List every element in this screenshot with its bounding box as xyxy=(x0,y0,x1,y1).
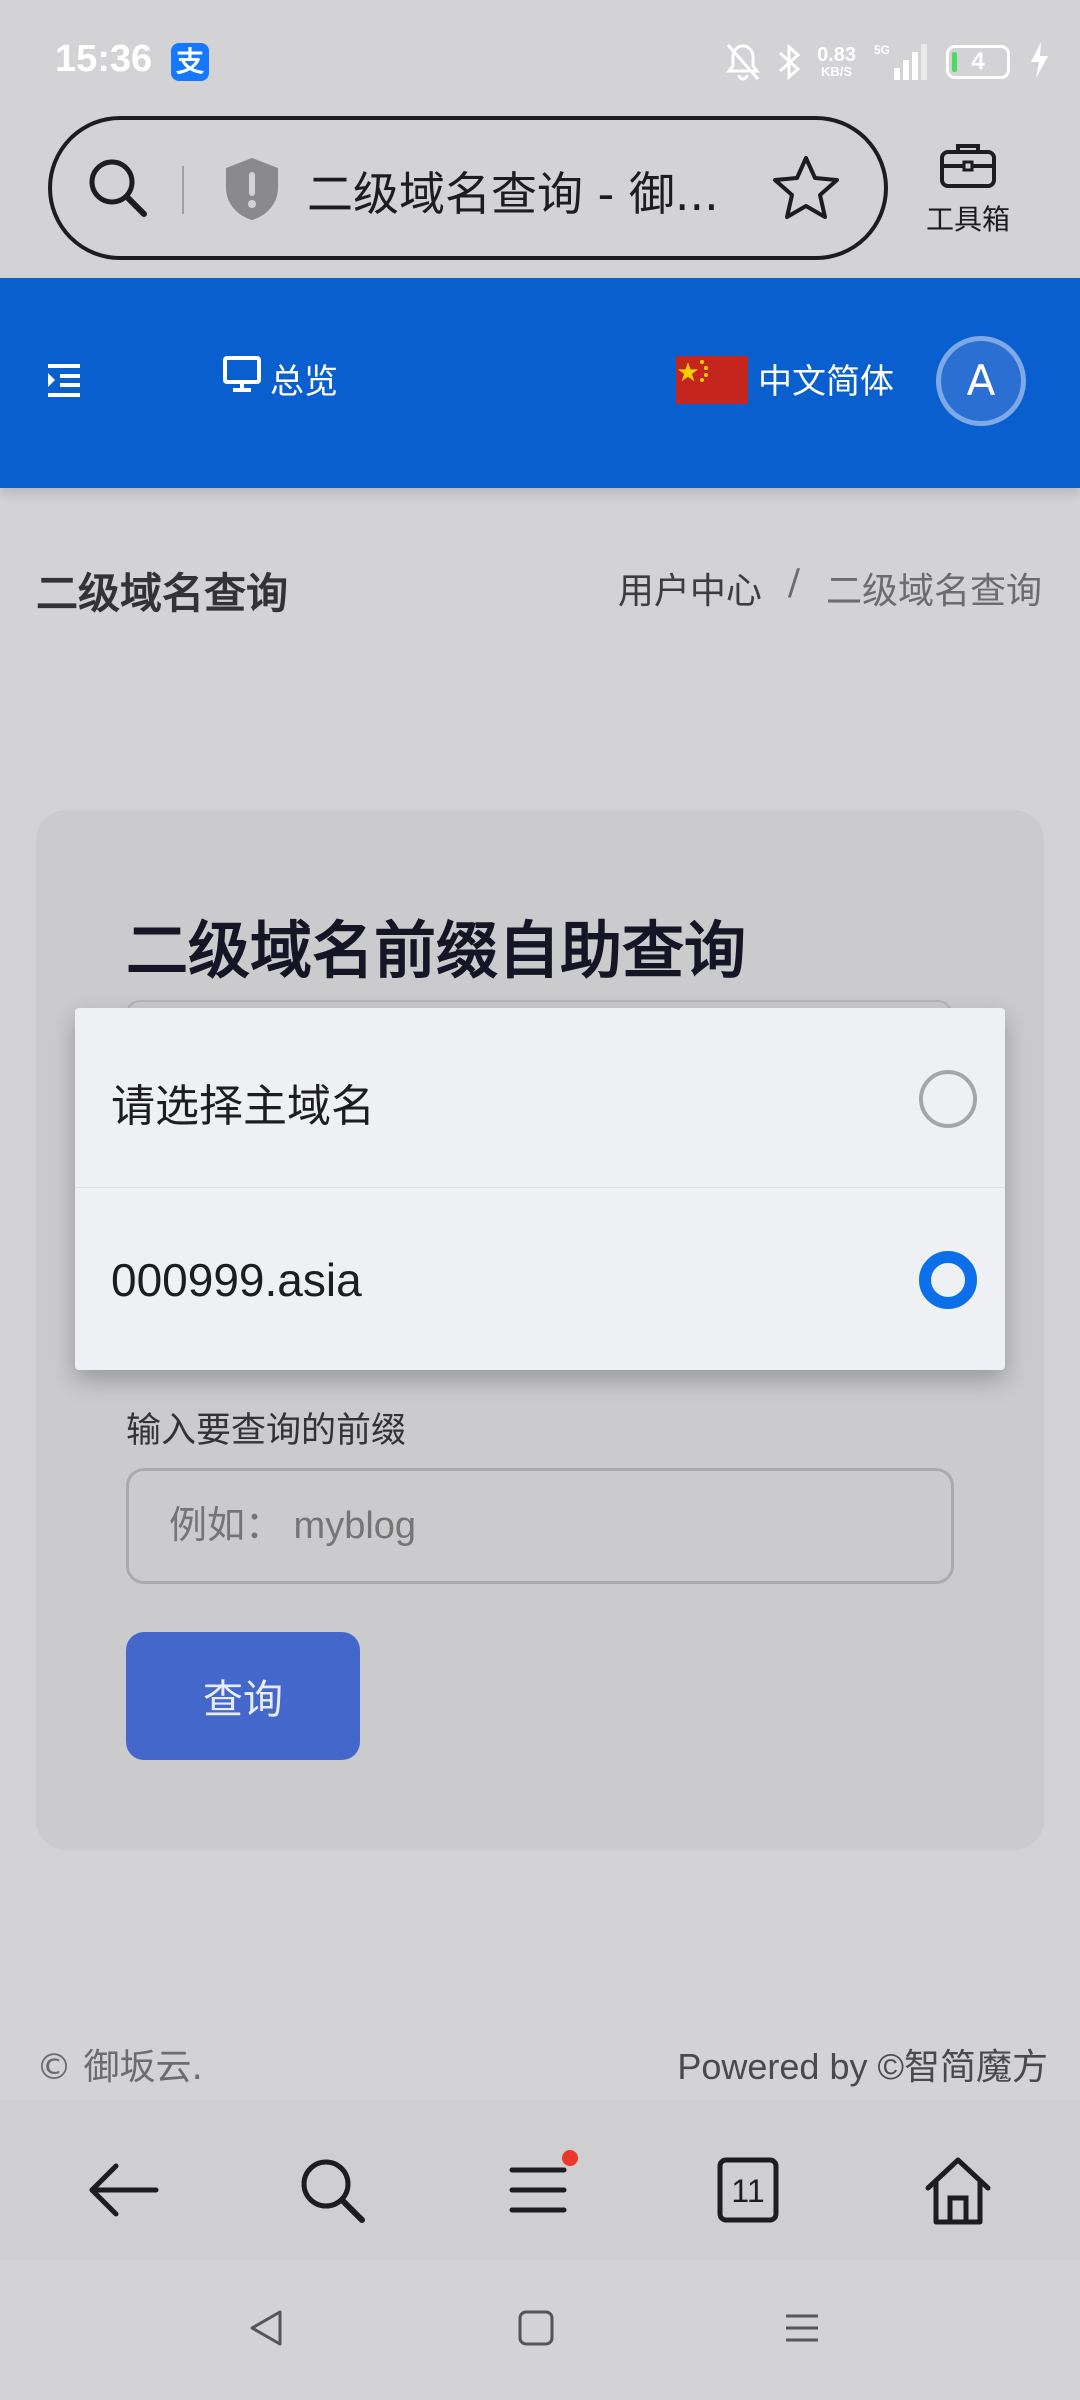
prefix-label: 输入要查询的前缀 xyxy=(126,1411,407,1451)
system-recents-icon[interactable] xyxy=(780,2306,824,2354)
status-bar: 15:36 支 0.83 KB/S 5G 4 xyxy=(0,0,1080,115)
domain-picker-popup: 请选择主域名 000999.asia xyxy=(75,1008,1005,1370)
nav-overview-label: 总览 xyxy=(270,362,338,402)
address-bar-divider xyxy=(182,166,184,214)
user-avatar[interactable]: A xyxy=(936,336,1026,426)
prefix-input[interactable] xyxy=(126,1468,954,1584)
page-title: 二级域名查询 xyxy=(36,569,289,618)
menu-toggle-icon[interactable] xyxy=(44,360,84,404)
breadcrumb-separator: / xyxy=(787,562,800,603)
breadcrumb-home[interactable]: 用户中心 xyxy=(618,562,762,614)
monitor-icon xyxy=(222,355,262,402)
powered-by-text: Powered by ©智简魔方 xyxy=(677,2046,1048,2087)
radio-selected-icon[interactable] xyxy=(919,1251,977,1309)
home-icon[interactable] xyxy=(918,2150,998,2230)
copyright-text: © 御坂云. xyxy=(36,2047,203,2088)
china-flag-icon[interactable] xyxy=(676,356,748,404)
menu-icon[interactable] xyxy=(500,2150,580,2230)
battery-level: 4 xyxy=(971,48,985,75)
tab-count: 11 xyxy=(731,2173,764,2209)
tabs-button[interactable]: 11 xyxy=(708,2150,788,2230)
system-back-icon[interactable] xyxy=(244,2306,288,2354)
signal-icon: 5G xyxy=(870,42,932,82)
notification-dot xyxy=(562,2150,578,2166)
shield-warning-icon[interactable] xyxy=(222,156,282,226)
charging-icon xyxy=(1028,40,1050,84)
network-speed-value: 0.83 xyxy=(817,44,856,66)
system-home-icon[interactable] xyxy=(514,2306,558,2354)
mute-bell-icon xyxy=(725,42,761,82)
search-icon[interactable] xyxy=(86,156,150,224)
nav-overview[interactable]: 总览 xyxy=(222,354,338,403)
toolbox-button[interactable]: 工具箱 xyxy=(918,140,1018,238)
search-icon[interactable] xyxy=(292,2150,372,2230)
network-speed: 0.83 KB/S xyxy=(817,45,856,79)
card-title: 二级域名前缀自助查询 xyxy=(126,914,747,987)
signal-label: 5G xyxy=(874,43,890,57)
network-speed-unit: KB/S xyxy=(821,64,853,79)
language-selector[interactable]: 中文简体 xyxy=(758,354,894,403)
domain-option[interactable]: 000999.asia xyxy=(75,1189,1005,1369)
query-button[interactable]: 查询 xyxy=(126,1632,360,1760)
bookmark-star-icon[interactable] xyxy=(772,154,840,226)
domain-option-label: 请选择主域名 xyxy=(111,1081,375,1132)
alipay-notification-icon: 支 xyxy=(171,43,209,81)
breadcrumb: 用户中心 / 二级域名查询 xyxy=(618,562,1042,614)
bluetooth-icon xyxy=(775,42,803,82)
toolbox-icon xyxy=(938,144,998,194)
address-bar[interactable]: 二级域名查询 - 御... xyxy=(48,116,888,260)
domain-option[interactable]: 请选择主域名 xyxy=(75,1008,1005,1188)
back-arrow-icon[interactable] xyxy=(84,2150,164,2230)
battery-indicator: 4 xyxy=(946,45,1010,79)
breadcrumb-current: 二级域名查询 xyxy=(825,571,1042,612)
toolbox-label: 工具箱 xyxy=(925,203,1010,236)
page-url-title[interactable]: 二级域名查询 - 御... xyxy=(307,158,719,224)
site-header: 总览 中文简体 A xyxy=(0,278,1080,488)
system-nav-bar xyxy=(0,2260,1080,2400)
browser-bottom-nav: 11 xyxy=(0,2100,1080,2260)
domain-option-label: 000999.asia xyxy=(111,1254,362,1306)
radio-unselected-icon[interactable] xyxy=(919,1070,977,1128)
status-time: 15:36 xyxy=(55,38,153,80)
status-icons: 0.83 KB/S 5G 4 xyxy=(725,40,1010,84)
